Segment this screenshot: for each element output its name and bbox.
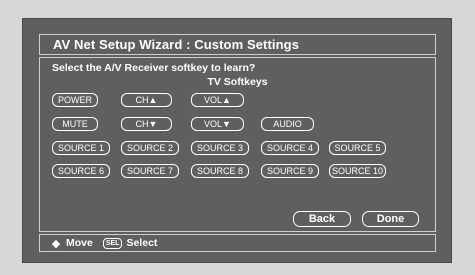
done-button[interactable]: Done <box>362 211 419 227</box>
softkey-power[interactable]: POWER <box>52 93 98 107</box>
softkey-vol-up[interactable]: VOL▲ <box>191 93 244 107</box>
wizard-screen: AV Net Setup Wizard : Custom Settings Se… <box>22 18 452 263</box>
softkey-source-9[interactable]: SOURCE 9 <box>261 164 319 178</box>
softkey-ch-up[interactable]: CH▲ <box>121 93 172 107</box>
softkey-mute[interactable]: MUTE <box>52 117 98 131</box>
softkey-source-7[interactable]: SOURCE 7 <box>121 164 179 178</box>
move-hint-label: Move <box>66 237 93 249</box>
prompt-text: Select the A/V Receiver softkey to learn… <box>52 62 256 74</box>
move-diamond-icon: ◆ <box>51 237 61 250</box>
title-bar: AV Net Setup Wizard : Custom Settings <box>39 34 436 55</box>
softkey-source-2[interactable]: SOURCE 2 <box>121 141 179 155</box>
footer-hint-bar: ◆ Move SEL Select <box>39 234 436 252</box>
softkey-source-3[interactable]: SOURCE 3 <box>191 141 249 155</box>
softkey-source-6[interactable]: SOURCE 6 <box>52 164 110 178</box>
softkey-ch-down[interactable]: CH▼ <box>121 117 172 131</box>
window-title: AV Net Setup Wizard : Custom Settings <box>53 37 300 52</box>
select-hint-label: Select <box>126 237 158 249</box>
softkey-panel: Select the A/V Receiver softkey to learn… <box>39 57 436 232</box>
softkey-source-8[interactable]: SOURCE 8 <box>191 164 249 178</box>
softkey-source-10[interactable]: SOURCE 10 <box>329 164 386 178</box>
softkey-source-5[interactable]: SOURCE 5 <box>329 141 386 155</box>
softkey-vol-down[interactable]: VOL▼ <box>191 117 244 131</box>
back-button[interactable]: Back <box>293 211 351 227</box>
sel-key-icon: SEL <box>102 237 123 249</box>
group-title: TV Softkeys <box>207 76 268 88</box>
softkey-source-1[interactable]: SOURCE 1 <box>52 141 110 155</box>
softkey-source-4[interactable]: SOURCE 4 <box>261 141 319 155</box>
softkey-audio[interactable]: AUDIO <box>261 117 314 131</box>
